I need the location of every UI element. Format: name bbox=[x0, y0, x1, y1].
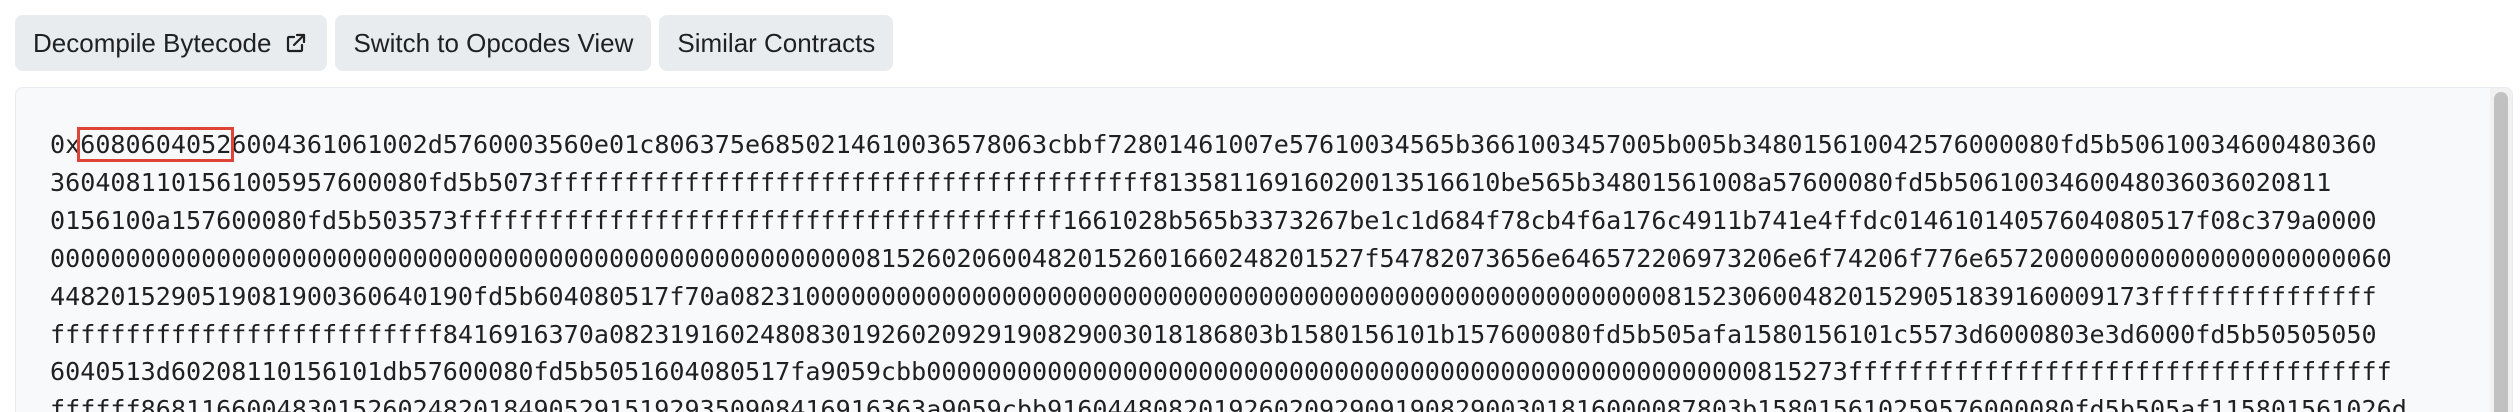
external-link-icon bbox=[283, 30, 309, 56]
decompile-bytecode-label: Decompile Bytecode bbox=[33, 27, 272, 58]
switch-to-opcodes-view-label: Switch to Opcodes View bbox=[353, 27, 634, 58]
vertical-scrollbar[interactable] bbox=[2490, 88, 2512, 412]
decompile-bytecode-button[interactable]: Decompile Bytecode bbox=[15, 15, 328, 71]
bytecode-text[interactable]: 0x60806040526004361061002d5760003560e01c… bbox=[50, 126, 2470, 412]
bytecode-highlight: 6080604052 bbox=[77, 127, 235, 162]
bytecode-prefix: 0x bbox=[50, 130, 81, 159]
similar-contracts-button[interactable]: Similar Contracts bbox=[659, 15, 894, 71]
similar-contracts-label: Similar Contracts bbox=[677, 27, 876, 58]
switch-to-opcodes-view-button[interactable]: Switch to Opcodes View bbox=[335, 15, 652, 71]
toolbar: Decompile Bytecode Switch to Opcodes Vie… bbox=[15, 15, 894, 71]
bytecode-panel[interactable]: 0x60806040526004361061002d5760003560e01c… bbox=[15, 87, 2513, 412]
scrollbar-thumb[interactable] bbox=[2494, 92, 2508, 412]
bytecode-body: 6004361061002d5760003560e01c806375e68502… bbox=[50, 130, 2407, 412]
